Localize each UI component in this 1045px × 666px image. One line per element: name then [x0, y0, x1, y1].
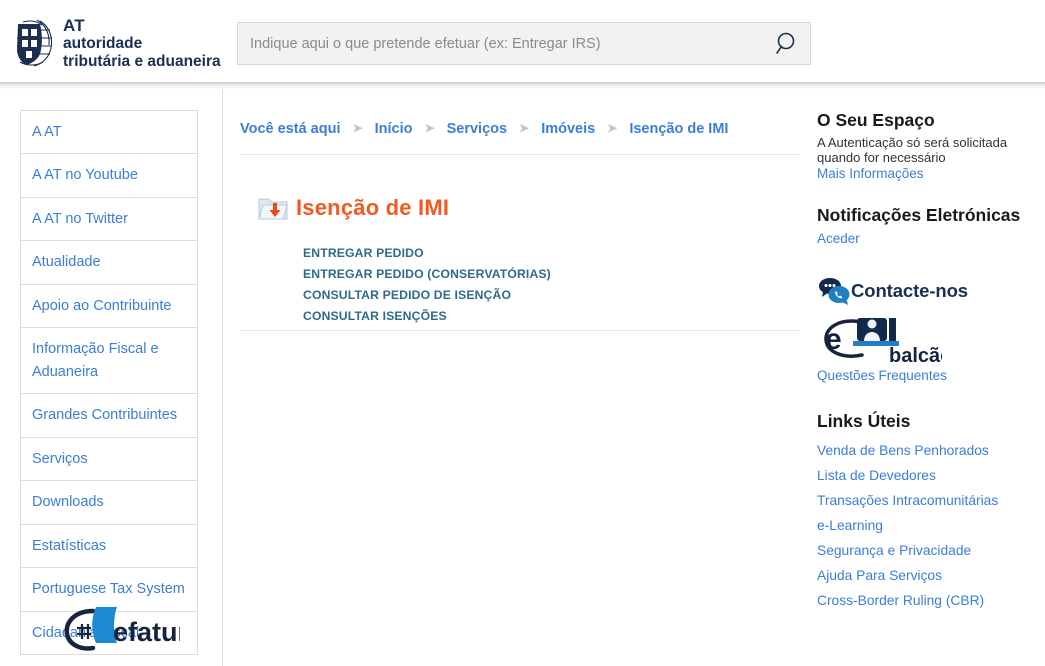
link-transacoes-intracomunitarias[interactable]: Transações Intracomunitárias — [817, 488, 1037, 513]
action-link-list: ENTREGAR PEDIDO ENTREGAR PEDIDO (CONSERV… — [303, 243, 551, 327]
logo-line-3: tributária e aduaneira — [63, 53, 221, 71]
link-mais-informacoes[interactable]: Mais Informações — [817, 165, 1037, 183]
seu-espaco-text-line-1: A Autenticação só será solicitada — [817, 135, 1008, 150]
link-ajuda-para-servicos[interactable]: Ajuda Para Serviços — [817, 563, 1037, 588]
link-aceder[interactable]: Aceder — [817, 230, 1037, 248]
link-questoes-frequentes[interactable]: Questões Frequentes — [817, 367, 1037, 385]
rail-spacer — [817, 248, 1037, 274]
sidebar-item-a-at[interactable]: A AT — [21, 111, 197, 155]
sidebar-item-downloads[interactable]: Downloads — [21, 481, 197, 525]
right-sidebar: O Seu Espaço A Autenticação só será soli… — [817, 110, 1037, 613]
seu-espaco-text-line-2: quando for necessário — [817, 150, 946, 165]
sidebar-item-apoio[interactable]: Apoio ao Contribuinte — [21, 284, 197, 329]
breadcrumb-item-imoveis[interactable]: Imóveis — [541, 121, 595, 137]
breadcrumb-separator-icon: ➤ — [424, 121, 435, 135]
at-shield-logo-icon — [17, 19, 53, 67]
svg-text:e: e — [825, 323, 842, 356]
left-sidebar-nav: A AT A AT no Youtube A AT no Twitter Atu… — [20, 110, 198, 656]
seu-espaco-title: O Seu Espaço — [817, 110, 935, 130]
search-icon — [776, 32, 795, 54]
sidebar-item-servicos[interactable]: Serviços — [21, 437, 197, 482]
link-seguranca-privacidade[interactable]: Segurança e Privacidade — [817, 538, 1037, 563]
ebalcao-logo[interactable]: e balcão — [817, 312, 942, 367]
link-e-learning[interactable]: e-Learning — [817, 513, 1037, 538]
link-entregar-pedido-conservatorias[interactable]: ENTREGAR PEDIDO (CONSERVATÓRIAS) — [303, 264, 551, 285]
sidebar-item-estatisticas[interactable]: Estatísticas — [21, 524, 197, 569]
svg-text:efatura: efatura — [113, 617, 180, 647]
at-logo-wordmark: AT autoridade tributária e aduaneira — [63, 16, 221, 71]
site-header: AT autoridade tributária e aduaneira — [0, 0, 1045, 82]
breadcrumb-prefix: Você está aqui — [240, 121, 341, 137]
breadcrumb-separator-icon: ➤ — [607, 121, 618, 135]
rail-spacer — [817, 183, 1037, 205]
link-consultar-isencoes[interactable]: CONSULTAR ISENÇÕES — [303, 306, 551, 327]
svg-text:balcão: balcão — [889, 345, 942, 367]
breadcrumb-item-isencao-imi[interactable]: Isenção de IMI — [629, 121, 728, 137]
notificacoes-title: Notificações Eletrónicas — [817, 205, 1021, 225]
sidebar-item-grandes[interactable]: Grandes Contribuintes — [21, 394, 197, 438]
links-uteis-title: Links Úteis — [817, 411, 911, 431]
link-entregar-pedido[interactable]: ENTREGAR PEDIDO — [303, 243, 551, 264]
breadcrumb-separator-icon: ➤ — [352, 121, 363, 135]
folder-download-icon — [258, 198, 288, 220]
efatura-logo[interactable]: efatura — [55, 598, 180, 658]
page-header: Isenção de IMI — [258, 194, 449, 222]
sidebar-item-atualidade[interactable]: Atualidade — [21, 241, 197, 285]
breadcrumb-item-inicio[interactable]: Início — [375, 121, 413, 137]
contacte-nos-block[interactable]: Contacte-nos — [817, 276, 1037, 306]
breadcrumb-separator-icon: ➤ — [519, 121, 530, 135]
link-venda-bens-penhorados[interactable]: Venda de Bens Penhorados — [817, 438, 1037, 463]
sidebar-divider — [222, 90, 223, 666]
breadcrumb: Você está aqui ➤ Início ➤ Serviços ➤ Imó… — [240, 121, 728, 137]
link-lista-devedores[interactable]: Lista de Devedores — [817, 463, 1037, 488]
search-bar[interactable] — [237, 22, 811, 65]
breadcrumb-item-servicos[interactable]: Serviços — [447, 121, 507, 137]
search-input[interactable] — [238, 23, 768, 64]
at-logo[interactable]: AT autoridade tributária e aduaneira — [10, 16, 221, 71]
content-top-divider — [240, 154, 800, 155]
header-divider — [0, 82, 1045, 90]
content-bottom-divider — [240, 330, 800, 331]
links-uteis-list: Venda de Bens Penhorados Lista de Devedo… — [817, 438, 1037, 613]
sidebar-item-twitter[interactable]: A AT no Twitter — [21, 197, 197, 242]
chat-bubbles-phone-icon — [819, 278, 850, 305]
sidebar-item-informacao[interactable]: Informação Fiscal e Aduaneira — [21, 328, 197, 395]
logo-line-1: AT — [63, 16, 85, 35]
link-cross-border-ruling[interactable]: Cross-Border Ruling (CBR) — [817, 588, 1037, 613]
link-consultar-pedido-isencao[interactable]: CONSULTAR PEDIDO DE ISENÇÃO — [303, 285, 551, 306]
sidebar-item-youtube[interactable]: A AT no Youtube — [21, 154, 197, 198]
search-button[interactable] — [772, 30, 802, 58]
logo-line-2: autoridade — [63, 35, 143, 53]
page-title: Isenção de IMI — [296, 195, 450, 220]
contacte-nos-label: Contacte-nos — [851, 280, 968, 301]
